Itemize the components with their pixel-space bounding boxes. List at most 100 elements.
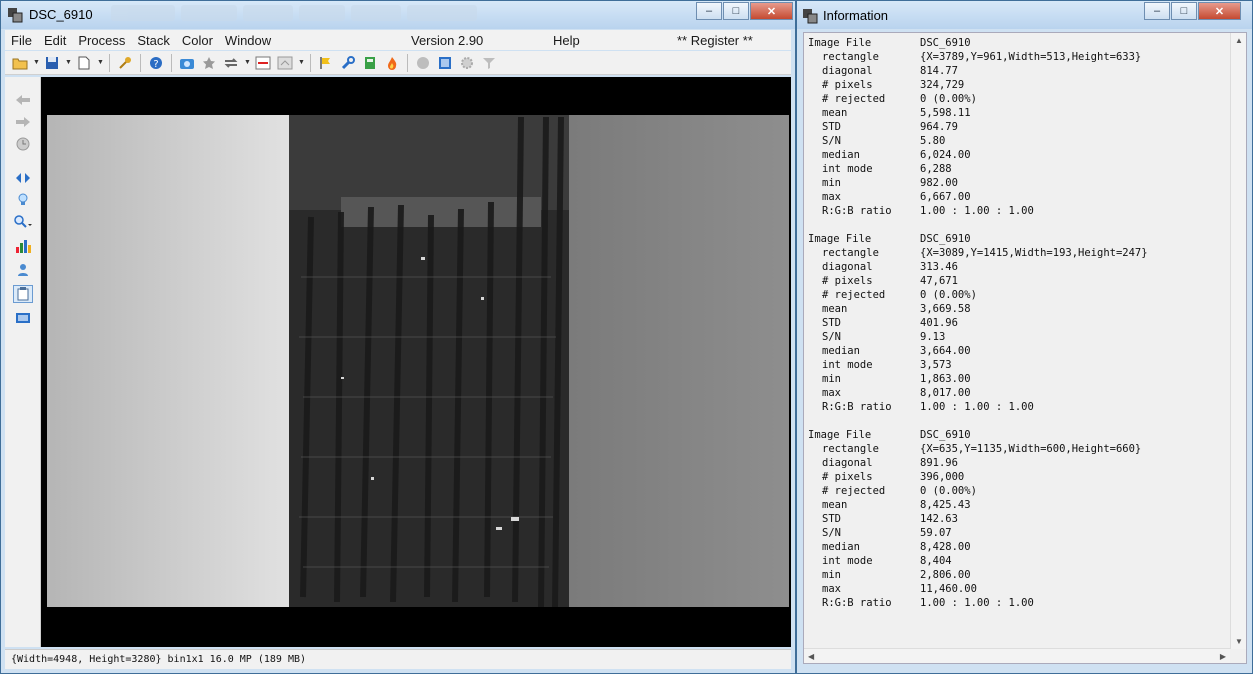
maximize-button[interactable]: □: [1171, 2, 1197, 20]
stat-row: Image File DSC_6910: [808, 232, 1228, 246]
calculator-icon[interactable]: [361, 54, 379, 72]
toolbar-separator: [140, 53, 141, 72]
frame-icon[interactable]: [436, 54, 454, 72]
scroll-up-icon[interactable]: ▲: [1235, 36, 1243, 45]
stat-value: DSC_6910: [920, 233, 971, 245]
main-titlebar[interactable]: DSC_6910 – □ ✕: [1, 1, 795, 29]
toolbar-separator: [171, 53, 172, 72]
stat-label: R:G:B ratio: [822, 205, 892, 217]
stat-row: rectangle {X=3089,Y=1415,Width=193,Height…: [808, 246, 1228, 260]
stat-value: 964.79: [920, 121, 958, 133]
stat-row: median 8,428.00: [808, 540, 1228, 554]
chevron-down-icon[interactable]: ▼: [65, 59, 72, 66]
minimize-button[interactable]: –: [696, 2, 722, 20]
stat-value: 0 (0.00%): [920, 485, 977, 497]
split-arrows-icon[interactable]: [13, 169, 33, 187]
zoom-icon[interactable]: [13, 213, 33, 231]
stat-label: diagonal: [822, 261, 873, 273]
scroll-down-icon[interactable]: ▼: [1235, 637, 1243, 646]
back-arrow-icon[interactable]: [13, 91, 33, 109]
circle-icon[interactable]: [414, 54, 432, 72]
stat-row: max 6,667.00: [808, 190, 1228, 204]
stat-row: int mode 8,404: [808, 554, 1228, 568]
gear-icon[interactable]: [458, 54, 476, 72]
histogram-icon[interactable]: [13, 237, 33, 255]
notepad-icon[interactable]: [13, 285, 33, 303]
close-button[interactable]: ✕: [750, 2, 793, 20]
flame-icon[interactable]: [383, 54, 401, 72]
menu-edit[interactable]: Edit: [38, 33, 72, 48]
menu-file[interactable]: File: [5, 33, 38, 48]
chevron-down-icon[interactable]: ▼: [244, 59, 251, 66]
stat-value: 982.00: [920, 177, 958, 189]
stat-value: 814.77: [920, 65, 958, 77]
stat-row: # pixels 396,000: [808, 470, 1228, 484]
stat-row: # rejected 0 (0.00%): [808, 484, 1228, 498]
help-icon[interactable]: ?: [147, 54, 165, 72]
stat-label: int mode: [822, 359, 873, 371]
blurred-tab: [351, 5, 401, 21]
forward-arrow-icon[interactable]: [13, 113, 33, 131]
vertical-scrollbar[interactable]: ▲ ▼: [1230, 33, 1246, 649]
menu-help[interactable]: Help: [553, 33, 580, 48]
rotate-icon[interactable]: [222, 54, 240, 72]
stat-value: 1.00 : 1.00 : 1.00: [920, 597, 1034, 609]
camera-icon[interactable]: [178, 54, 196, 72]
key-icon[interactable]: [116, 54, 134, 72]
horizontal-scrollbar[interactable]: ◀ ▶: [804, 648, 1230, 663]
bulb-icon[interactable]: [13, 191, 33, 209]
info-titlebar[interactable]: Information – □ ✕: [797, 1, 1252, 29]
stat-row: median 6,024.00: [808, 148, 1228, 162]
stat-value: 6,024.00: [920, 149, 971, 161]
minimize-button[interactable]: –: [1144, 2, 1170, 20]
stat-value: {X=635,Y=1135,Width=600,Height=660}: [920, 443, 1142, 455]
clock-icon[interactable]: [13, 135, 33, 153]
stat-row: S/N 9.13: [808, 330, 1228, 344]
chevron-down-icon[interactable]: ▼: [33, 59, 40, 66]
stat-label: min: [822, 569, 841, 581]
stat-value: 3,573: [920, 359, 952, 371]
chevron-down-icon[interactable]: ▼: [298, 59, 305, 66]
menu-color[interactable]: Color: [176, 33, 219, 48]
scroll-right-icon[interactable]: ▶: [1220, 652, 1226, 661]
stat-row: max 11,460.00: [808, 582, 1228, 596]
stat-row: Image File DSC_6910: [808, 428, 1228, 442]
blurred-tab: [181, 5, 237, 21]
open-folder-icon[interactable]: [11, 54, 29, 72]
stat-label: # pixels: [822, 275, 873, 287]
stat-value: 142.63: [920, 513, 958, 525]
menu-stack[interactable]: Stack: [131, 33, 176, 48]
stat-row: int mode 6,288: [808, 162, 1228, 176]
close-button[interactable]: ✕: [1198, 2, 1241, 20]
new-document-icon[interactable]: [75, 54, 93, 72]
stat-label: Image File: [808, 37, 872, 49]
save-icon[interactable]: [43, 54, 61, 72]
wrench-icon[interactable]: [339, 54, 357, 72]
flag-icon[interactable]: [317, 54, 335, 72]
person-icon[interactable]: [13, 261, 33, 279]
stat-label: # pixels: [822, 471, 873, 483]
stat-label: STD: [822, 513, 841, 525]
scroll-left-icon[interactable]: ◀: [808, 652, 814, 661]
stat-row: min 2,806.00: [808, 568, 1228, 582]
image-canvas[interactable]: [41, 77, 791, 647]
menu-process[interactable]: Process: [72, 33, 131, 48]
filter-icon[interactable]: [480, 54, 498, 72]
star-icon[interactable]: [200, 54, 218, 72]
app-icon: [8, 8, 23, 23]
stack-icon[interactable]: [276, 54, 294, 72]
maximize-button[interactable]: □: [723, 2, 749, 20]
stat-label: int mode: [822, 555, 873, 567]
red-line-icon[interactable]: [254, 54, 272, 72]
info-text-panel[interactable]: Image File DSC_6910 rectangle {X=3789,Y=96…: [803, 32, 1247, 664]
menu-window[interactable]: Window: [219, 33, 277, 48]
stat-label: mean: [822, 499, 848, 511]
blurred-tab: [111, 5, 175, 21]
chevron-down-icon[interactable]: ▼: [97, 59, 104, 66]
statistics-block: Image File DSC_6910 rectangle {X=3789,Y=96…: [808, 36, 1228, 218]
register-link[interactable]: ** Register **: [677, 33, 753, 48]
monitor-icon[interactable]: [13, 309, 33, 327]
stat-row: median 3,664.00: [808, 344, 1228, 358]
stat-label: max: [822, 583, 841, 595]
main-window: DSC_6910 – □ ✕ File Edit Process Stack C…: [0, 0, 796, 674]
